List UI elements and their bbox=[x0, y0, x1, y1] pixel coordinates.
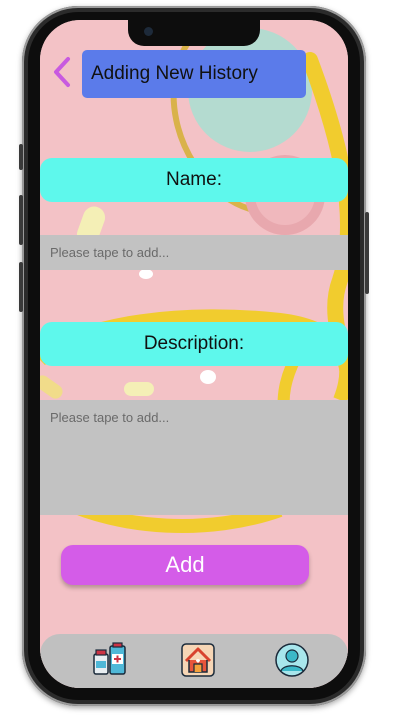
description-input[interactable]: Please tape to add... bbox=[40, 400, 348, 515]
name-label: Name: bbox=[40, 158, 348, 202]
add-button[interactable]: Add bbox=[61, 545, 309, 585]
nav-profile[interactable] bbox=[274, 642, 310, 678]
phone-power-button bbox=[365, 212, 369, 294]
nav-home[interactable] bbox=[180, 642, 216, 678]
name-label-text: Name: bbox=[166, 169, 222, 190]
phone-mute-switch bbox=[19, 144, 23, 170]
description-label-text: Description: bbox=[143, 333, 245, 354]
description-label: Description: bbox=[40, 322, 348, 366]
home-icon bbox=[181, 643, 215, 677]
add-button-label: Add bbox=[165, 552, 205, 577]
phone-notch bbox=[128, 20, 260, 46]
app-screen: Adding New History Name: Please tape to … bbox=[40, 20, 348, 688]
user-avatar-icon bbox=[275, 643, 309, 677]
name-input-placeholder: Please tape to add... bbox=[50, 245, 170, 260]
page-title-text: Adding New History bbox=[91, 63, 258, 84]
description-input-placeholder: Please tape to add... bbox=[50, 410, 170, 425]
page-title: Adding New History bbox=[82, 50, 306, 98]
chevron-left-icon bbox=[54, 57, 70, 87]
phone-volume-down bbox=[19, 262, 23, 312]
bottom-navigation bbox=[40, 634, 348, 688]
front-camera bbox=[144, 27, 153, 36]
nav-medicine[interactable] bbox=[92, 642, 128, 678]
back-button[interactable] bbox=[50, 56, 74, 88]
medicine-icon bbox=[93, 642, 126, 675]
phone-volume-up bbox=[19, 195, 23, 245]
name-input[interactable]: Please tape to add... bbox=[40, 235, 348, 270]
